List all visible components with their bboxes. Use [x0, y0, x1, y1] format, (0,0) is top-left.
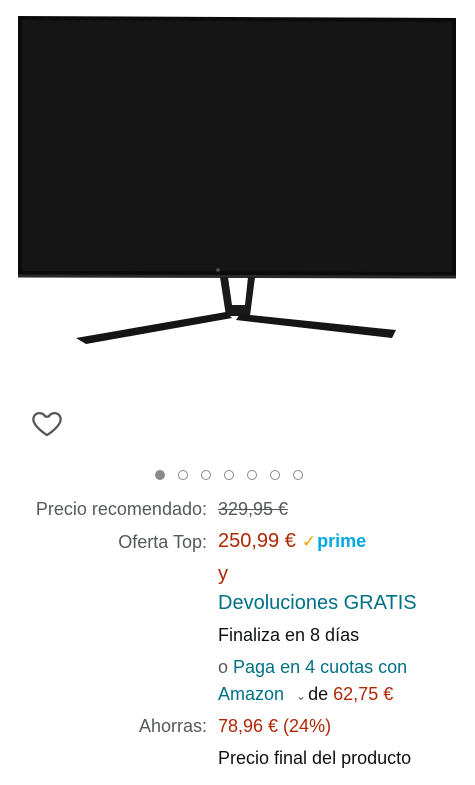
- wishlist-heart-icon[interactable]: [30, 406, 64, 440]
- monitor-illustration: [17, 16, 457, 344]
- installments-line-2: Amazon ⌄ de 62,75 €: [218, 682, 393, 708]
- carousel-dot[interactable]: [201, 470, 211, 480]
- installments-of: de: [308, 684, 329, 704]
- installments-link-amazon[interactable]: Amazon: [218, 684, 284, 704]
- free-returns-link[interactable]: Devoluciones GRATIS: [218, 591, 417, 615]
- installments-link[interactable]: Paga en 4 cuotas con: [233, 657, 407, 677]
- carousel-dot[interactable]: [155, 470, 165, 480]
- carousel-dot[interactable]: [247, 470, 257, 480]
- prime-check-icon: ✓: [301, 532, 317, 551]
- deal-price-row: 250,99 € ✓ prime: [218, 529, 366, 554]
- list-price: 329,95 €: [218, 499, 289, 519]
- deal-label: Oferta Top:: [118, 532, 207, 552]
- carousel-dot[interactable]: [224, 470, 234, 480]
- final-price-text: Precio final del producto: [218, 748, 412, 768]
- deal-price: 250,99 €: [218, 530, 296, 552]
- chevron-down-icon[interactable]: ⌄: [296, 689, 306, 703]
- list-price-label: Precio recomendado:: [35, 499, 207, 519]
- product-image[interactable]: [0, 0, 475, 395]
- installments-line-1: o Paga en 4 cuotas con: [218, 655, 407, 679]
- and-text: y: [218, 563, 228, 585]
- carousel-dot[interactable]: [293, 470, 303, 480]
- savings-label: Ahorras:: [138, 716, 207, 736]
- savings-value: 78,96 € (24%): [218, 716, 332, 736]
- prime-badge: ✓ prime: [302, 529, 366, 554]
- image-carousel-indicator[interactable]: [155, 470, 303, 480]
- carousel-dot[interactable]: [270, 470, 280, 480]
- deal-ends-text: Finaliza en 8 días: [218, 625, 360, 645]
- carousel-dot[interactable]: [178, 470, 188, 480]
- installment-amount: 62,75 €: [333, 684, 394, 704]
- installments-prefix: o: [218, 657, 229, 677]
